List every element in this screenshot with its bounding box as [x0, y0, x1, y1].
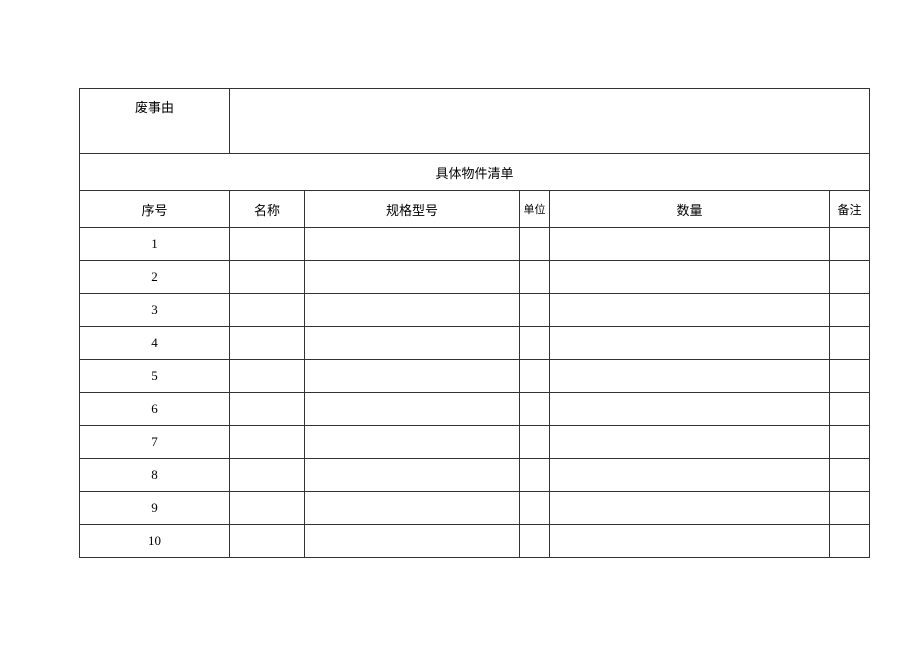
cell-name [230, 294, 305, 327]
cell-name [230, 492, 305, 525]
cell-unit [520, 393, 550, 426]
cell-spec [305, 525, 520, 558]
disposal-form-table: 废事由 具体物件清单 序号 名称 规格型号 单位 数量 备注 1 [79, 88, 870, 558]
cell-seq: 6 [80, 393, 230, 426]
reason-label: 废事由 [80, 89, 230, 154]
cell-seq: 10 [80, 525, 230, 558]
table-row: 7 [80, 426, 870, 459]
cell-note [830, 393, 870, 426]
cell-qty [550, 327, 830, 360]
list-title: 具体物件清单 [80, 154, 870, 191]
table-row: 5 [80, 360, 870, 393]
table-row: 10 [80, 525, 870, 558]
cell-qty [550, 294, 830, 327]
cell-qty [550, 261, 830, 294]
table-row: 2 [80, 261, 870, 294]
cell-seq: 1 [80, 228, 230, 261]
reason-row: 废事由 [80, 89, 870, 154]
cell-qty [550, 393, 830, 426]
reason-value [230, 89, 870, 154]
cell-qty [550, 426, 830, 459]
cell-unit [520, 228, 550, 261]
table-row: 4 [80, 327, 870, 360]
cell-seq: 5 [80, 360, 230, 393]
cell-name [230, 360, 305, 393]
cell-unit [520, 459, 550, 492]
cell-seq: 9 [80, 492, 230, 525]
cell-spec [305, 393, 520, 426]
cell-spec [305, 492, 520, 525]
col-header-seq: 序号 [80, 191, 230, 228]
cell-unit [520, 360, 550, 393]
cell-name [230, 261, 305, 294]
cell-unit [520, 492, 550, 525]
table-row: 6 [80, 393, 870, 426]
cell-name [230, 426, 305, 459]
cell-note [830, 492, 870, 525]
table-row: 8 [80, 459, 870, 492]
cell-spec [305, 228, 520, 261]
cell-seq: 7 [80, 426, 230, 459]
cell-spec [305, 459, 520, 492]
col-header-note: 备注 [830, 191, 870, 228]
cell-qty [550, 459, 830, 492]
cell-note [830, 525, 870, 558]
cell-qty [550, 525, 830, 558]
cell-name [230, 228, 305, 261]
cell-qty [550, 492, 830, 525]
cell-seq: 8 [80, 459, 230, 492]
cell-spec [305, 294, 520, 327]
table-row: 3 [80, 294, 870, 327]
col-header-unit: 单位 [520, 191, 550, 228]
cell-note [830, 426, 870, 459]
cell-note [830, 294, 870, 327]
cell-name [230, 393, 305, 426]
cell-note [830, 228, 870, 261]
cell-name [230, 459, 305, 492]
cell-unit [520, 426, 550, 459]
cell-spec [305, 261, 520, 294]
cell-seq: 3 [80, 294, 230, 327]
cell-spec [305, 360, 520, 393]
cell-unit [520, 261, 550, 294]
col-header-qty: 数量 [550, 191, 830, 228]
cell-unit [520, 327, 550, 360]
cell-note [830, 360, 870, 393]
col-header-spec: 规格型号 [305, 191, 520, 228]
cell-qty [550, 228, 830, 261]
cell-seq: 2 [80, 261, 230, 294]
cell-qty [550, 360, 830, 393]
col-header-name: 名称 [230, 191, 305, 228]
list-title-row: 具体物件清单 [80, 154, 870, 191]
table-row: 9 [80, 492, 870, 525]
cell-seq: 4 [80, 327, 230, 360]
table-row: 1 [80, 228, 870, 261]
column-header-row: 序号 名称 规格型号 单位 数量 备注 [80, 191, 870, 228]
cell-unit [520, 294, 550, 327]
cell-spec [305, 327, 520, 360]
cell-spec [305, 426, 520, 459]
cell-unit [520, 525, 550, 558]
cell-name [230, 525, 305, 558]
cell-note [830, 327, 870, 360]
cell-name [230, 327, 305, 360]
cell-note [830, 459, 870, 492]
cell-note [830, 261, 870, 294]
